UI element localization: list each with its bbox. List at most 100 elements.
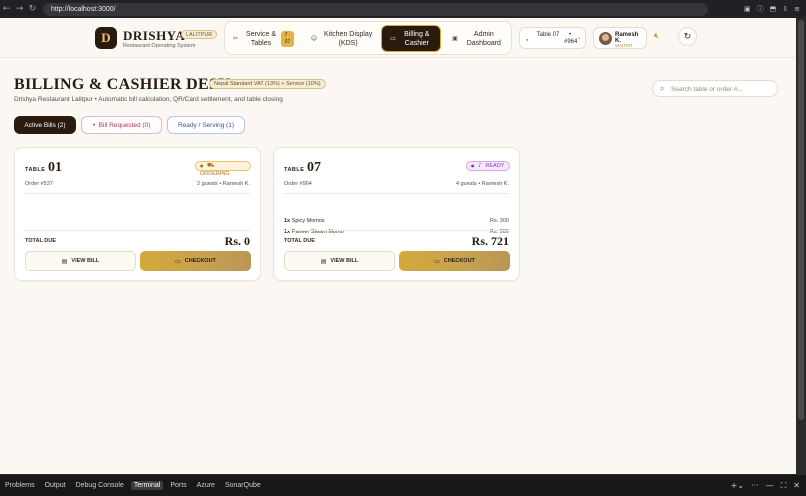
- guest-info: 2 guests • Ramesh K.: [197, 181, 250, 187]
- button-label: CHECKOUT: [184, 258, 216, 264]
- status-badge: ● ♪ READY: [466, 161, 510, 171]
- menu-icon[interactable]: ≡: [794, 5, 800, 13]
- order-number: Order #964: [284, 181, 312, 187]
- button-label: VIEW BILL: [71, 258, 100, 264]
- chevron-down-icon: ⌄: [577, 35, 582, 41]
- panel-tab-sonarqube[interactable]: SonarQube: [220, 482, 266, 489]
- app-header: D DRISHYA LALITPUR Restaurant Operating …: [0, 18, 796, 58]
- page-subtitle: Drishya Restaurant Lalitpur • Automatic …: [14, 96, 283, 103]
- total-label: TOTAL DUE: [25, 238, 56, 244]
- address-bar[interactable]: http://localhost:3000/: [43, 2, 708, 16]
- vat-badge: Nepal Standard VAT (13%) + Service (10%): [209, 79, 326, 89]
- main-nav: ✂ Service & Tables 7 · 07 ☺ Kitchen Disp…: [224, 21, 512, 55]
- view-bill-button[interactable]: ▤ VIEW BILL: [284, 251, 395, 271]
- nav-kitchen-display[interactable]: ☺ Kitchen Display (KDS): [305, 25, 379, 52]
- nav-admin-dashboard[interactable]: ▣ Admin Dashboard: [447, 25, 509, 52]
- nav-service-tables[interactable]: ✂ Service & Tables 7 · 07: [229, 25, 298, 52]
- tab-bill-requested[interactable]: ● Bill Requested (0): [81, 116, 162, 134]
- panel-tab-debug-console[interactable]: Debug Console: [71, 482, 129, 489]
- panel-tab-output[interactable]: Output: [40, 482, 71, 489]
- ide-panel-tabs: Problems Output Debug Console Terminal P…: [0, 474, 806, 496]
- user-role: WAITER: [615, 43, 633, 48]
- dashboard-icon: ▣: [452, 35, 458, 42]
- panel-tab-terminal[interactable]: Terminal: [130, 481, 164, 490]
- table-number: 01: [48, 160, 62, 175]
- table-selector-order: • #964: [564, 32, 578, 45]
- requested-dot-icon: ●: [92, 122, 96, 128]
- info-icon[interactable]: ⓘ: [757, 4, 764, 14]
- table-count-badge: 7 · 07: [281, 30, 295, 47]
- maximize-icon[interactable]: ⛶: [781, 481, 787, 491]
- receipt-icon: ▭: [390, 35, 396, 42]
- scrollbar[interactable]: [796, 18, 806, 474]
- search-field[interactable]: ⌕: [652, 80, 778, 97]
- document-icon: ▤: [320, 257, 327, 265]
- checkout-button[interactable]: ▭ CHECKOUT: [140, 251, 251, 271]
- brand-subtitle: Restaurant Operating System: [123, 43, 196, 49]
- status-dot-icon: ●: [471, 163, 475, 168]
- button-label: CHECKOUT: [443, 258, 475, 264]
- close-icon[interactable]: ✕: [793, 481, 800, 491]
- list-item: 1x Spicy Momos Rs. 300: [284, 218, 509, 226]
- view-bill-button[interactable]: ▤ VIEW BILL: [25, 251, 136, 271]
- item-qty: 1x: [284, 218, 291, 224]
- bell-icon: ♪: [478, 162, 482, 169]
- brand-name: DRISHYA: [123, 28, 186, 43]
- browser-toolbar: ← → ↻ http://localhost:3000/ ▣ ⓘ ⬒ ⇩ ≡: [0, 0, 806, 18]
- location-badge: LALITPUR: [181, 30, 218, 39]
- nav-label: Billing & Cashier: [404, 30, 430, 47]
- table-number: 07: [307, 160, 321, 175]
- divider: [25, 230, 250, 231]
- back-icon[interactable]: ←: [0, 4, 13, 14]
- more-icon[interactable]: ···: [751, 481, 759, 491]
- brand-logo: D: [95, 27, 117, 49]
- download-icon[interactable]: ⇩: [782, 5, 788, 13]
- panel-tab-problems[interactable]: Problems: [0, 482, 40, 489]
- refresh-icon[interactable]: ↻: [678, 27, 697, 46]
- divider: [284, 193, 509, 194]
- table-label: TABLE: [25, 167, 46, 173]
- cart-icon: ⛟: [207, 162, 215, 169]
- card-icon: ▭: [175, 257, 181, 265]
- item-name: Spicy Momos: [291, 218, 325, 224]
- tables-icon: ✂: [232, 35, 239, 42]
- sound-icon[interactable]: 🔇︎: [654, 31, 659, 41]
- user-profile[interactable]: Ramesh K. WAITER: [593, 27, 647, 49]
- minimize-icon[interactable]: —: [766, 481, 774, 491]
- nav-label: Admin Dashboard: [466, 30, 501, 47]
- panel-tab-ports[interactable]: Ports: [165, 482, 191, 489]
- bill-card: TABLE 01 ● ⛟ ORDERING Order #537 2 guest…: [14, 147, 261, 281]
- order-number: Order #537: [25, 181, 53, 187]
- status-badge: ● ⛟ ORDERING: [195, 161, 251, 177]
- guest-info: 4 guests • Ramesh K.: [456, 181, 509, 187]
- scrollbar-thumb[interactable]: [798, 20, 804, 420]
- checkout-button[interactable]: ▭ CHECKOUT: [399, 251, 510, 271]
- panel-tab-azure[interactable]: Azure: [192, 482, 220, 489]
- table-selector-label: Table 07: [536, 32, 560, 38]
- total-amount: Rs. 721: [471, 234, 509, 248]
- status-text: ORDERING: [200, 171, 230, 177]
- divider: [25, 193, 250, 194]
- table-selector[interactable]: ● Table 07 • #964 ⌄: [519, 27, 586, 49]
- total-amount: Rs. 0: [224, 234, 250, 248]
- app-viewport: D DRISHYA LALITPUR Restaurant Operating …: [0, 18, 796, 474]
- cast-icon[interactable]: ⬒: [770, 5, 777, 13]
- page-title: BILLING & CASHIER DESK: [14, 76, 231, 93]
- divider: [284, 230, 509, 231]
- table-label: TABLE: [284, 167, 305, 173]
- document-icon: ▤: [61, 257, 68, 265]
- status-dot-icon: ●: [200, 163, 204, 168]
- tab-ready-serving[interactable]: Ready / Serving (1): [167, 116, 245, 134]
- reader-icon[interactable]: ▣: [744, 5, 751, 13]
- avatar: [599, 32, 612, 45]
- add-terminal-icon[interactable]: +⌄: [731, 481, 744, 491]
- nav-label: Service & Tables: [246, 30, 276, 47]
- nav-billing-cashier[interactable]: ▭ Billing & Cashier: [381, 25, 441, 52]
- bill-card: TABLE 07 ● ♪ READY Order #964 4 guests •…: [273, 147, 520, 281]
- button-label: VIEW BILL: [330, 258, 359, 264]
- tab-label: Bill Requested (0): [98, 121, 151, 129]
- search-input[interactable]: [671, 83, 773, 95]
- reload-icon[interactable]: ↻: [26, 4, 39, 14]
- forward-icon[interactable]: →: [13, 4, 26, 14]
- tab-active-bills[interactable]: Active Bills (2): [14, 116, 76, 134]
